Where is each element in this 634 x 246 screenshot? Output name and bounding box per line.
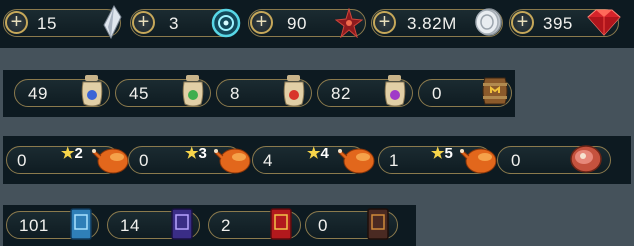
roast-chicken-icon [92,148,129,174]
star-rating: ★2 [61,145,83,162]
book-slot-purple[interactable]: 14 [107,208,200,240]
red-star-shard-icon [335,8,363,38]
food-slot-ham[interactable]: 0 [497,145,611,174]
currency-value: 15 [37,14,57,33]
add-silver-button[interactable]: + [373,11,396,34]
red-potion-jar-icon [283,75,305,107]
ham-icon [570,145,602,173]
star-rating: ★5 [431,145,453,162]
red-tome-icon [270,208,292,240]
roast-chicken-icon [214,148,251,174]
potion-count: 45 [129,84,149,103]
food-count: 0 [17,151,27,170]
currency-value: 3.82M [407,14,457,33]
food-slot-3-star[interactable]: 0 ★3 [128,145,251,174]
food-slot-5-star[interactable]: 1 ★5 [378,145,497,174]
silver-coin-icon [475,8,502,36]
potion-slot-red[interactable]: 8 [216,75,312,107]
add-rubies-button[interactable]: + [511,11,534,34]
blue-tome-icon [70,208,92,240]
star-icon: ★ [185,145,199,162]
potion-count: 82 [331,84,351,103]
currency-rubies[interactable]: + 395 [509,9,621,37]
book-count: 101 [19,216,49,235]
currency-mystery-orbs[interactable]: + 3 [130,8,241,38]
star-icon: ★ [61,145,75,162]
food-count: 0 [511,151,521,170]
add-mystery-orbs-button[interactable]: + [132,11,155,34]
roast-chicken-icon [460,148,497,174]
green-potion-jar-icon [182,75,204,107]
book-count: 2 [221,216,231,235]
food-count: 0 [139,151,149,170]
purple-potion-jar-icon [384,75,406,107]
food-slot-4-star[interactable]: 4 ★4 [252,145,375,174]
currency-value: 3 [169,14,179,33]
purple-tome-icon [171,208,193,240]
barrel-icon [482,77,508,105]
add-crystal-shards-button[interactable]: + [5,11,28,34]
food-slot-2-star[interactable]: 0 ★2 [6,145,129,174]
ruby-gem-icon [587,9,621,36]
book-slot-blue[interactable]: 101 [6,208,99,240]
star-rating: ★4 [307,145,329,162]
star-icon: ★ [307,145,321,162]
food-count: 4 [263,151,273,170]
blue-potion-jar-icon [81,75,103,107]
mystery-orb-icon [211,8,241,38]
potion-slot-green[interactable]: 45 [115,75,211,107]
currency-silver[interactable]: + 3.82M [371,8,503,37]
star-rating: ★3 [185,145,207,162]
crystal-shard-icon [103,5,122,39]
book-slot-red[interactable]: 2 [208,208,301,240]
potion-count: 8 [230,84,240,103]
dark-tome-icon [367,208,389,240]
book-count: 14 [120,216,140,235]
potion-slot-blue[interactable]: 49 [14,75,110,107]
currency-value: 395 [543,14,573,33]
book-count: 0 [318,216,328,235]
currency-red-shards[interactable]: + 90 [248,8,366,38]
potion-slot-barrel[interactable]: 0 [418,77,512,107]
potion-count: 49 [28,84,48,103]
currency-crystal-shards[interactable]: + 15 [3,5,122,39]
add-red-shards-button[interactable]: + [250,11,273,34]
book-slot-dark[interactable]: 0 [305,208,398,240]
food-count: 1 [389,151,399,170]
potion-count: 0 [432,84,442,103]
currency-value: 90 [287,14,307,33]
roast-chicken-icon [338,148,375,174]
potion-slot-purple[interactable]: 82 [317,75,413,107]
star-icon: ★ [431,145,445,162]
